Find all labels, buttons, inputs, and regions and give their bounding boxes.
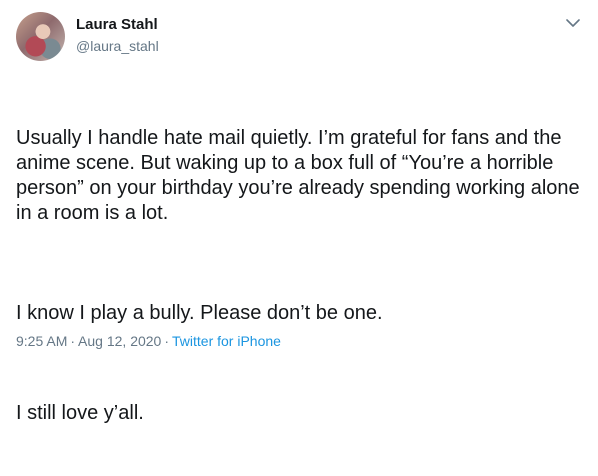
tweet-header: Laura Stahl @laura_stahl [16, 12, 582, 62]
tweet-metadata: 9:25 AM · Aug 12, 2020 · Twitter for iPhone [16, 332, 281, 350]
tweet-time[interactable]: 9:25 AM [16, 333, 67, 349]
tweet-paragraph: I know I play a bully. Please don’t be o… [16, 302, 383, 324]
tweet-paragraph: I still love y’all. [16, 402, 144, 424]
tweet-source-link[interactable]: Twitter for iPhone [172, 333, 281, 349]
tweet-date[interactable]: Aug 12, 2020 [78, 333, 161, 349]
tweet-paragraph: Usually I handle hate mail quietly. I’m … [16, 127, 586, 224]
separator: · [70, 333, 76, 349]
tweet-text: Usually I handle hate mail quietly. I’m … [16, 76, 582, 476]
separator: · [164, 333, 170, 349]
chevron-down-icon[interactable] [564, 14, 582, 32]
author-info[interactable]: Laura Stahl @laura_stahl [76, 15, 159, 56]
avatar[interactable] [16, 12, 65, 61]
user-handle[interactable]: @laura_stahl [76, 36, 159, 56]
display-name[interactable]: Laura Stahl [76, 15, 159, 35]
tweet-card: Laura Stahl @laura_stahl Usually I handl… [0, 0, 598, 424]
